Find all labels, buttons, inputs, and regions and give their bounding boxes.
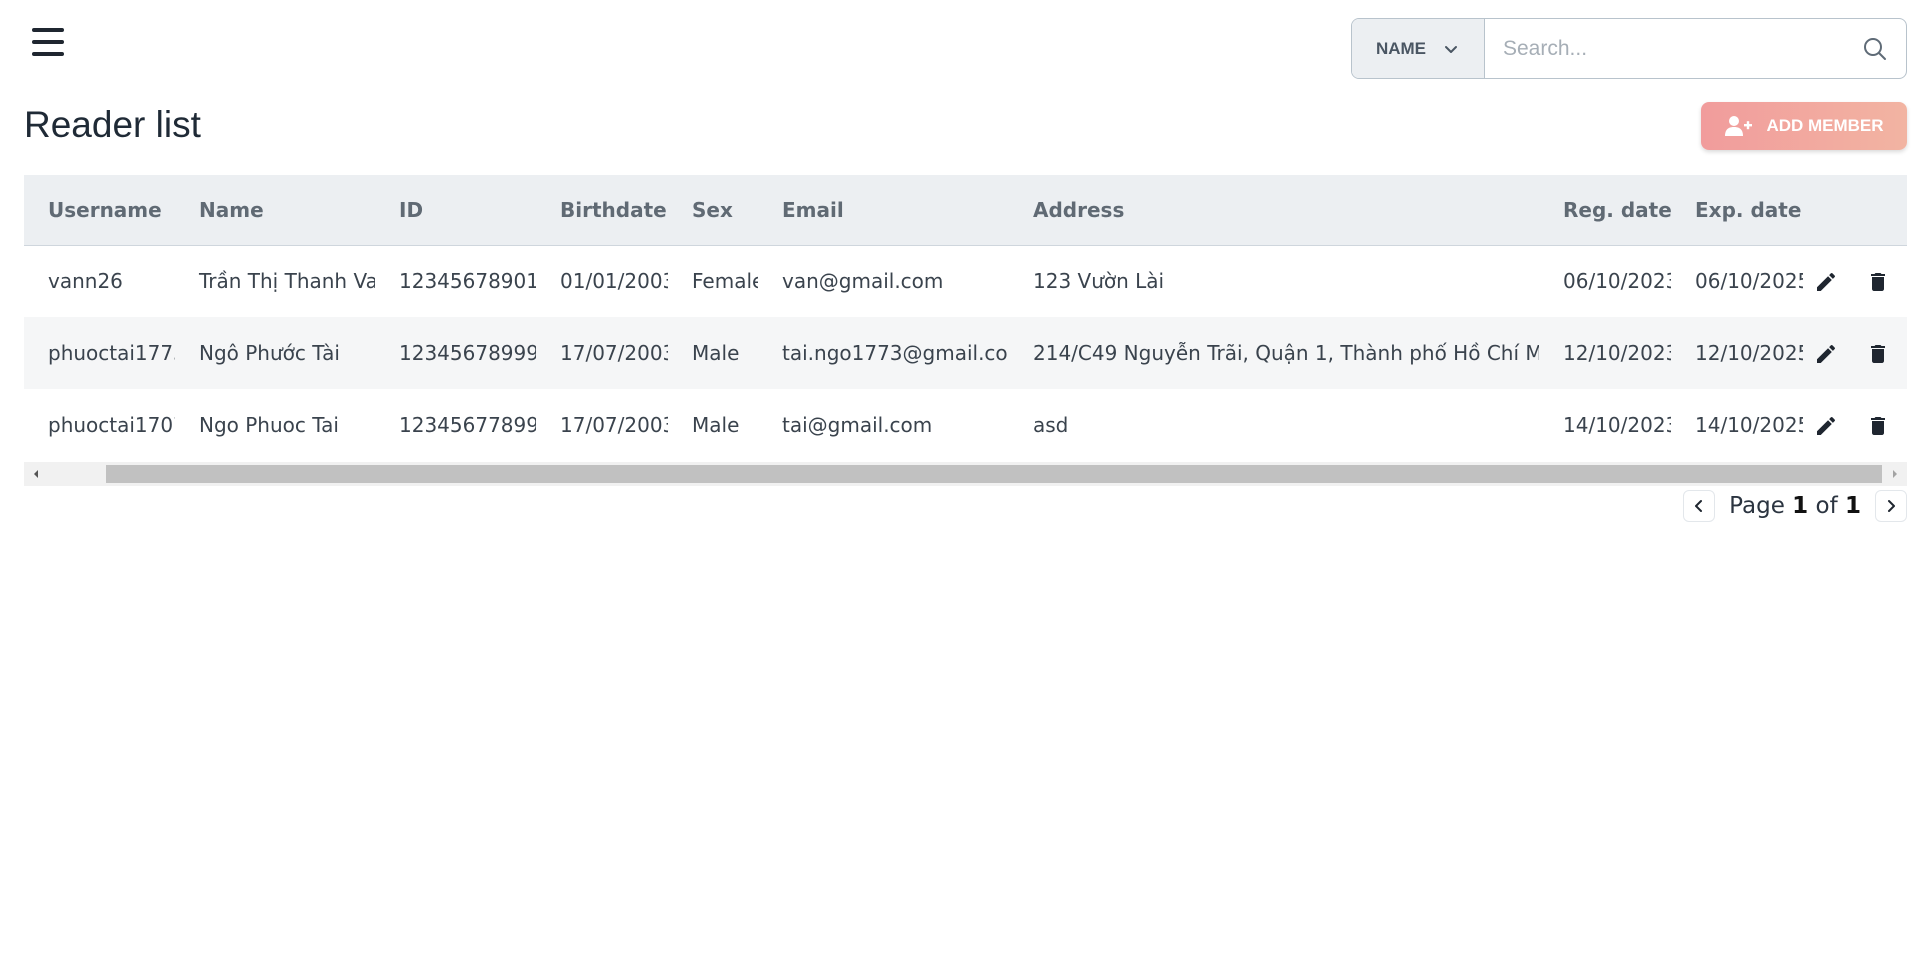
- menu-bar: [32, 28, 64, 32]
- search-bar: NAME: [1351, 18, 1907, 79]
- cell-id: 123456789999: [399, 341, 536, 365]
- add-member-label: ADD MEMBER: [1766, 116, 1884, 135]
- cell-address: asd: [1033, 413, 1069, 437]
- menu-bar: [32, 52, 64, 56]
- prev-page-button[interactable]: [1683, 490, 1716, 522]
- app-root: NAME Reader list ADD MEMBER: [0, 0, 1920, 963]
- pencil-icon[interactable]: [1814, 270, 1838, 294]
- search-icon: [1864, 37, 1886, 60]
- column-header-address[interactable]: Address: [1009, 175, 1539, 245]
- user-plus-icon: [1725, 116, 1753, 136]
- cell-id: 123456778999: [399, 413, 536, 437]
- cell-name: Trần Thị Thanh Van: [199, 269, 375, 294]
- of-word: of: [1815, 493, 1838, 519]
- reader-table: Username Name ID Birthdate Sex Email Add…: [24, 175, 1907, 461]
- table-row[interactable]: vann26 Trần Thị Thanh Van 123456789012 0…: [24, 245, 1907, 317]
- cell-edit: [1803, 389, 1849, 461]
- trash-icon[interactable]: [1866, 342, 1890, 366]
- trash-icon[interactable]: [1866, 270, 1890, 294]
- column-header-email[interactable]: Email: [758, 175, 1009, 245]
- cell-name: Ngo Phuoc Tai: [199, 413, 339, 437]
- cell-edit: [1803, 317, 1849, 389]
- cell-exp-date: 14/10/2025: [1695, 413, 1803, 437]
- scroll-right-arrow-icon[interactable]: [1883, 462, 1907, 486]
- cell-delete: [1849, 317, 1907, 389]
- chevron-right-icon: [1888, 500, 1895, 512]
- cell-sex: Female: [692, 269, 758, 294]
- cell-address: 214/C49 Nguyễn Trãi, Quận 1, Thành phố H…: [1033, 341, 1539, 365]
- hamburger-menu-icon[interactable]: [30, 26, 66, 58]
- column-header-username[interactable]: Username: [24, 175, 175, 245]
- chevron-left-icon: [1695, 500, 1703, 512]
- current-page: 1: [1792, 493, 1809, 519]
- table-row[interactable]: phuoctai1707 Ngo Phuoc Tai 123456778999 …: [24, 389, 1907, 461]
- scroll-left-arrow-icon[interactable]: [24, 462, 48, 486]
- table-row[interactable]: phuoctai1773 Ngô Phước Tài 123456789999 …: [24, 317, 1907, 389]
- search-field-select[interactable]: NAME: [1352, 19, 1485, 78]
- page-indicator: Page 1 of 1: [1729, 493, 1861, 519]
- cell-email: tai@gmail.com: [782, 413, 933, 437]
- page-title: Reader list: [24, 104, 201, 145]
- column-header-birthdate[interactable]: Birthdate: [536, 175, 668, 245]
- cell-delete: [1849, 245, 1907, 317]
- total-pages: 1: [1844, 493, 1861, 519]
- pencil-icon[interactable]: [1814, 342, 1838, 366]
- cell-username: vann26: [48, 269, 123, 294]
- column-header-delete: [1849, 175, 1907, 245]
- search-field-label: NAME: [1375, 38, 1427, 58]
- cell-sex: Male: [692, 341, 740, 365]
- trash-icon[interactable]: [1866, 414, 1890, 438]
- column-header-edit: [1803, 175, 1849, 245]
- search-input[interactable]: [1485, 19, 1844, 78]
- pagination: Page 1 of 1: [1683, 489, 1907, 523]
- search-button[interactable]: [1844, 19, 1906, 78]
- cell-name: Ngô Phước Tài: [199, 341, 340, 365]
- page-word: Page: [1729, 493, 1785, 519]
- cell-edit: [1803, 245, 1849, 317]
- horizontal-scrollbar[interactable]: [24, 462, 1907, 486]
- column-header-sex[interactable]: Sex: [668, 175, 758, 245]
- table-header-row: Username Name ID Birthdate Sex Email Add…: [24, 175, 1907, 245]
- scrollbar-thumb[interactable]: [106, 465, 1882, 483]
- cell-reg-date: 14/10/2023: [1563, 413, 1671, 437]
- cell-username: phuoctai1773: [48, 341, 175, 365]
- cell-exp-date: 12/10/2025: [1695, 341, 1803, 365]
- add-member-button[interactable]: ADD MEMBER: [1701, 102, 1907, 150]
- pencil-icon[interactable]: [1814, 414, 1838, 438]
- cell-username: phuoctai1707: [48, 413, 175, 437]
- cell-id: 123456789012: [399, 269, 536, 294]
- menu-bar: [32, 40, 64, 44]
- reader-table-container: Username Name ID Birthdate Sex Email Add…: [24, 175, 1907, 486]
- column-header-exp-date[interactable]: Exp. date: [1671, 175, 1803, 245]
- cell-email: tai.ngo1773@gmail.com: [782, 341, 1009, 365]
- next-page-button[interactable]: [1875, 490, 1907, 522]
- cell-reg-date: 12/10/2023: [1563, 341, 1671, 365]
- cell-delete: [1849, 389, 1907, 461]
- column-header-reg-date[interactable]: Reg. date: [1539, 175, 1672, 245]
- column-header-id[interactable]: ID: [375, 175, 536, 245]
- chevron-down-icon: [1445, 45, 1458, 53]
- cell-sex: Male: [692, 413, 740, 437]
- cell-birthdate: 01/01/2003: [560, 269, 668, 294]
- cell-exp-date: 06/10/2025: [1695, 269, 1803, 294]
- cell-birthdate: 17/07/2003: [560, 413, 668, 437]
- cell-address: 123 Vườn Lài: [1033, 269, 1165, 294]
- cell-reg-date: 06/10/2023: [1563, 269, 1671, 294]
- column-header-name[interactable]: Name: [175, 175, 375, 245]
- cell-email: van@gmail.com: [782, 269, 944, 294]
- cell-birthdate: 17/07/2003: [560, 341, 668, 365]
